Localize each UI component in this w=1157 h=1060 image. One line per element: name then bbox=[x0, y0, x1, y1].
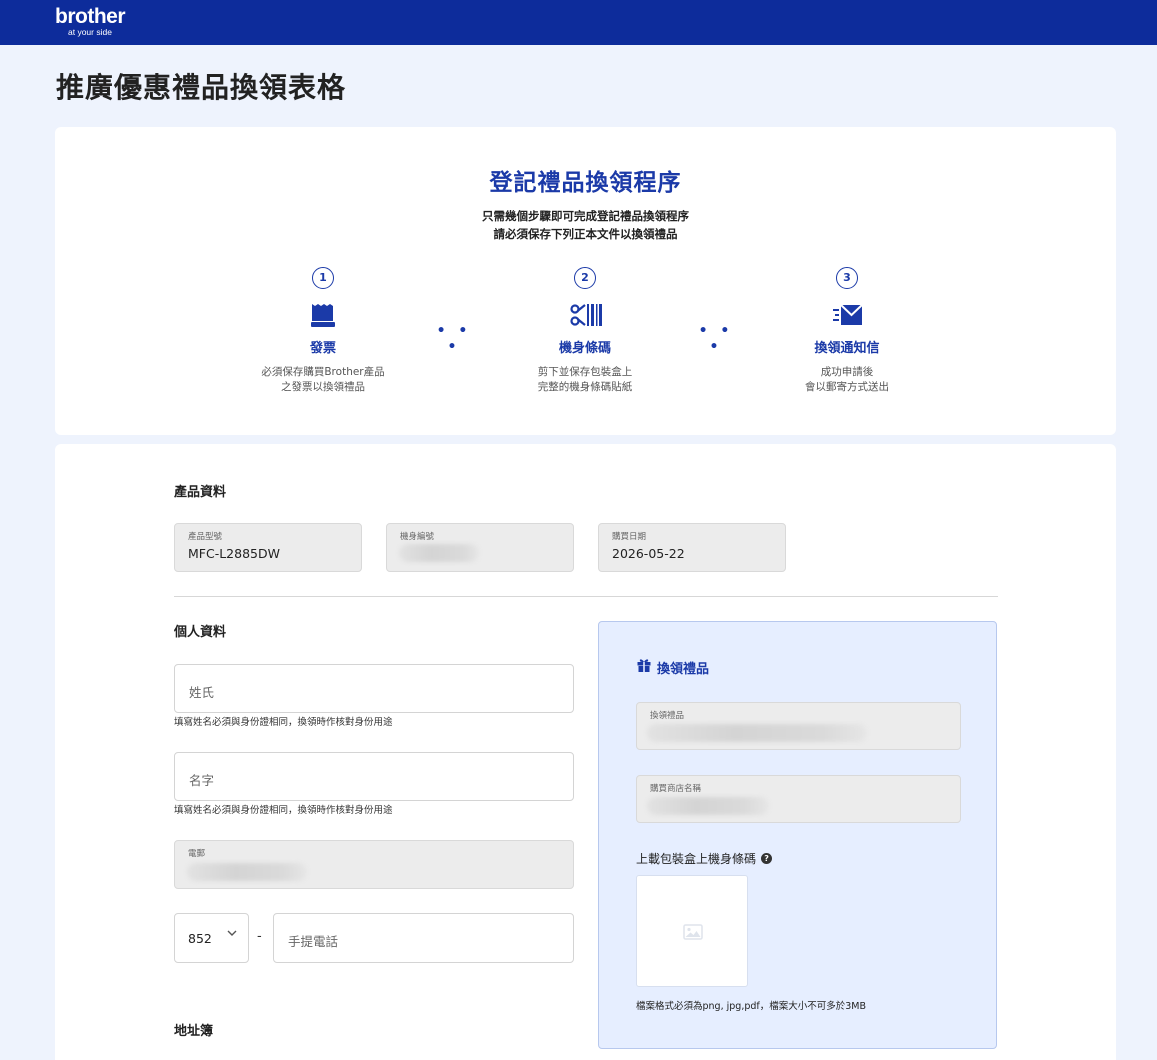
top-bar: brother at your side bbox=[0, 0, 1157, 45]
barcode-upload-dropzone[interactable] bbox=[636, 875, 748, 987]
upload-barcode-label: 上載包裝盒上機身條碼 ? bbox=[636, 850, 773, 867]
chevron-down-icon bbox=[227, 928, 237, 941]
step-desc-line2: 之發票以換領禮品 bbox=[281, 381, 365, 393]
step-description: 成功申請後 會以郵寄方式送出 bbox=[747, 365, 947, 395]
scissors-barcode-icon bbox=[570, 301, 602, 329]
upload-label-text: 上載包裝盒上機身條碼 bbox=[636, 852, 757, 866]
field-label: 換領禮品 bbox=[650, 711, 685, 721]
given-name-placeholder: 名字 bbox=[189, 773, 215, 788]
steps-title: 登記禮品換領程序 bbox=[489, 170, 682, 196]
gift-field: 換領禮品 bbox=[636, 702, 961, 750]
surname-input[interactable]: 姓氏 bbox=[174, 664, 574, 713]
file-format-hint: 檔案格式必須為png, jpg,pdf，檔案大小不可多於3MB bbox=[636, 1001, 867, 1012]
step-number: 1 bbox=[312, 267, 334, 289]
step-invoice: 1 發票 必須保存購買Brother產品 之發票以換領禮品 bbox=[223, 267, 423, 395]
step-label: 機身條碼 bbox=[558, 341, 611, 356]
logo-wordmark: brother bbox=[55, 5, 126, 28]
step-desc-line1: 成功申請後 bbox=[820, 366, 874, 378]
given-name-hint: 填寫姓名必須與身份證相同，換領時作核對身份用途 bbox=[174, 805, 393, 816]
redacted-value bbox=[187, 863, 307, 881]
country-code-select[interactable]: 852 bbox=[174, 913, 249, 963]
given-name-input[interactable]: 名字 bbox=[174, 752, 574, 801]
logo-tagline: at your side bbox=[68, 27, 112, 37]
step-label: 發票 bbox=[309, 341, 336, 356]
redacted-value bbox=[647, 797, 769, 815]
step-number: 2 bbox=[574, 267, 596, 289]
surname-hint: 填寫姓名必須與身份證相同，換領時作核對身份用途 bbox=[174, 717, 393, 728]
receipt-icon bbox=[308, 301, 338, 329]
field-value: MFC-L2885DW bbox=[188, 546, 280, 561]
page-title: 推廣優惠禮品換領表格 bbox=[56, 71, 347, 104]
field-value: 2026-05-22 bbox=[612, 546, 685, 561]
purchase-date-field: 購買日期 2026-05-22 bbox=[598, 523, 786, 572]
steps-subtitle-line1: 只需幾個步驟即可完成登記禮品換領程序 bbox=[482, 209, 689, 223]
product-model-field: 產品型號 MFC-L2885DW bbox=[174, 523, 362, 572]
brother-logo[interactable]: brother at your side bbox=[55, 5, 126, 37]
step-label: 換領通知信 bbox=[814, 341, 880, 356]
mobile-phone-placeholder: 手提電話 bbox=[288, 934, 339, 949]
gift-panel: 換領禮品 換領禮品 購買商店名稱 上載包裝盒上機身條碼 ? 檔案格式必須為png… bbox=[598, 621, 997, 1049]
step-desc-line2: 會以郵寄方式送出 bbox=[805, 381, 889, 393]
gift-title: 換領禮品 bbox=[657, 661, 710, 677]
step-separator: • • • bbox=[436, 323, 472, 355]
field-label: 產品型號 bbox=[188, 532, 223, 542]
steps-subtitle-line2: 請必須保存下列正本文件以換領禮品 bbox=[493, 227, 678, 241]
step-barcode: 2 機身條碼 剪下並保存包裝盒上 完整的機身條碼貼紙 bbox=[485, 267, 685, 395]
mobile-phone-input[interactable]: 手提電話 bbox=[273, 913, 574, 963]
field-label: 購買日期 bbox=[612, 532, 647, 542]
steps-card: 登記禮品換領程序 只需幾個步驟即可完成登記禮品換領程序 請必須保存下列正本文件以… bbox=[55, 127, 1116, 435]
step-notification: 3 換領通知信 成功申請後 會以郵寄方式送出 bbox=[747, 267, 947, 395]
country-code-value: 852 bbox=[188, 931, 212, 946]
email-field: 電郵 bbox=[174, 840, 574, 889]
redacted-value bbox=[647, 724, 867, 742]
section-divider bbox=[174, 596, 998, 597]
step-desc-line1: 剪下並保存包裝盒上 bbox=[537, 366, 633, 378]
step-description: 必須保存購買Brother產品 之發票以換領禮品 bbox=[223, 365, 423, 395]
field-label: 購買商店名稱 bbox=[650, 784, 702, 794]
serial-number-field: 機身編號 bbox=[386, 523, 574, 572]
image-placeholder-icon bbox=[683, 924, 703, 944]
step-number: 3 bbox=[836, 267, 858, 289]
gift-header: 換領禮品 bbox=[636, 657, 709, 677]
product-section-title: 產品資料 bbox=[174, 485, 227, 500]
gift-icon bbox=[636, 657, 652, 677]
email-sent-icon bbox=[832, 301, 863, 329]
phone-separator: - bbox=[257, 929, 262, 944]
step-desc-line1: 必須保存購買Brother產品 bbox=[261, 366, 385, 378]
field-label: 電郵 bbox=[188, 849, 206, 859]
redacted-value bbox=[399, 544, 479, 562]
surname-placeholder: 姓氏 bbox=[189, 685, 215, 700]
step-separator: • • • bbox=[698, 323, 734, 355]
shop-name-field: 購買商店名稱 bbox=[636, 775, 961, 823]
field-label: 機身編號 bbox=[400, 532, 435, 542]
personal-section-title: 個人資料 bbox=[174, 625, 227, 640]
help-icon[interactable]: ? bbox=[761, 853, 773, 864]
step-desc-line2: 完整的機身條碼貼紙 bbox=[537, 381, 633, 393]
step-description: 剪下並保存包裝盒上 完整的機身條碼貼紙 bbox=[485, 365, 685, 395]
address-section-title: 地址簿 bbox=[174, 1024, 214, 1039]
